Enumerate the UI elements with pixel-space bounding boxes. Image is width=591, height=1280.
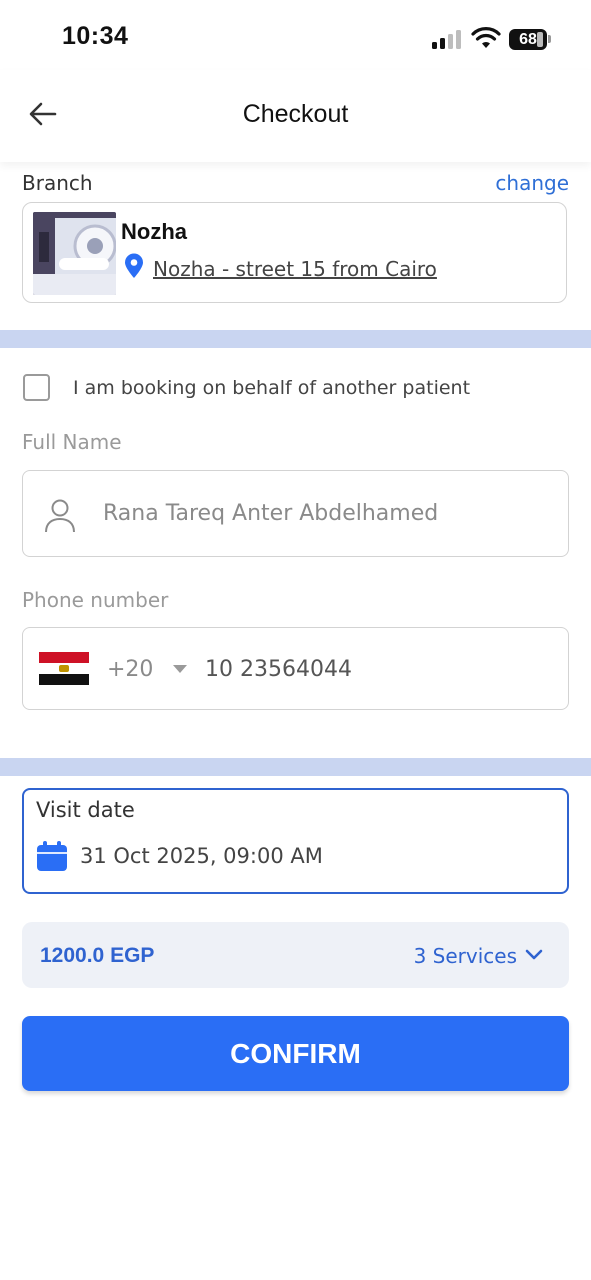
country-code[interactable]: +20: [107, 657, 153, 682]
page-title: Checkout: [242, 100, 349, 128]
branch-address-link[interactable]: Nozha - street 15 from Cairo: [153, 257, 437, 281]
branch-image: [33, 212, 116, 295]
branch-name: Nozha: [121, 219, 187, 244]
change-branch-link[interactable]: change: [495, 171, 569, 195]
order-summary: 1200.0 EGP 3 Services: [22, 922, 569, 988]
visit-date-field[interactable]: Visit date 31 Oct 2025, 09:00 AM: [22, 788, 569, 894]
battery-indicator: 68: [509, 29, 547, 50]
status-time: 10:34: [62, 22, 129, 50]
behalf-checkbox-label: I am booking on behalf of another patien…: [73, 377, 471, 399]
calendar-icon: [37, 841, 67, 871]
phone-field[interactable]: +20 10 23564044: [22, 627, 569, 710]
total-price: 1200.0 EGP: [40, 944, 155, 967]
services-toggle[interactable]: 3 Services: [414, 944, 517, 968]
cellular-signal-icon: [432, 30, 462, 49]
phone-label: Phone number: [22, 588, 169, 612]
confirm-button[interactable]: CONFIRM: [22, 1016, 569, 1091]
person-icon: [45, 499, 75, 533]
behalf-checkbox[interactable]: [23, 374, 50, 401]
location-pin-icon: [125, 253, 143, 278]
wifi-icon: [471, 27, 501, 48]
section-divider: [0, 758, 591, 776]
egypt-flag-icon[interactable]: [39, 652, 89, 685]
visit-date-value: 31 Oct 2025, 09:00 AM: [80, 844, 323, 868]
full-name-field[interactable]: Rana Tareq Anter Abdelhamed: [22, 470, 569, 557]
branch-card[interactable]: Nozha Nozha - street 15 from Cairo: [22, 202, 567, 303]
full-name-value: Rana Tareq Anter Abdelhamed: [103, 501, 439, 526]
caret-down-icon[interactable]: [173, 665, 187, 673]
section-divider: [0, 330, 591, 348]
phone-number-value[interactable]: 10 23564044: [205, 657, 352, 682]
full-name-label: Full Name: [22, 430, 122, 454]
battery-nub: [548, 35, 551, 43]
branch-label: Branch: [22, 171, 93, 195]
battery-level: 68: [519, 30, 537, 48]
visit-date-label: Visit date: [36, 798, 135, 822]
chevron-down-icon[interactable]: [525, 948, 543, 962]
